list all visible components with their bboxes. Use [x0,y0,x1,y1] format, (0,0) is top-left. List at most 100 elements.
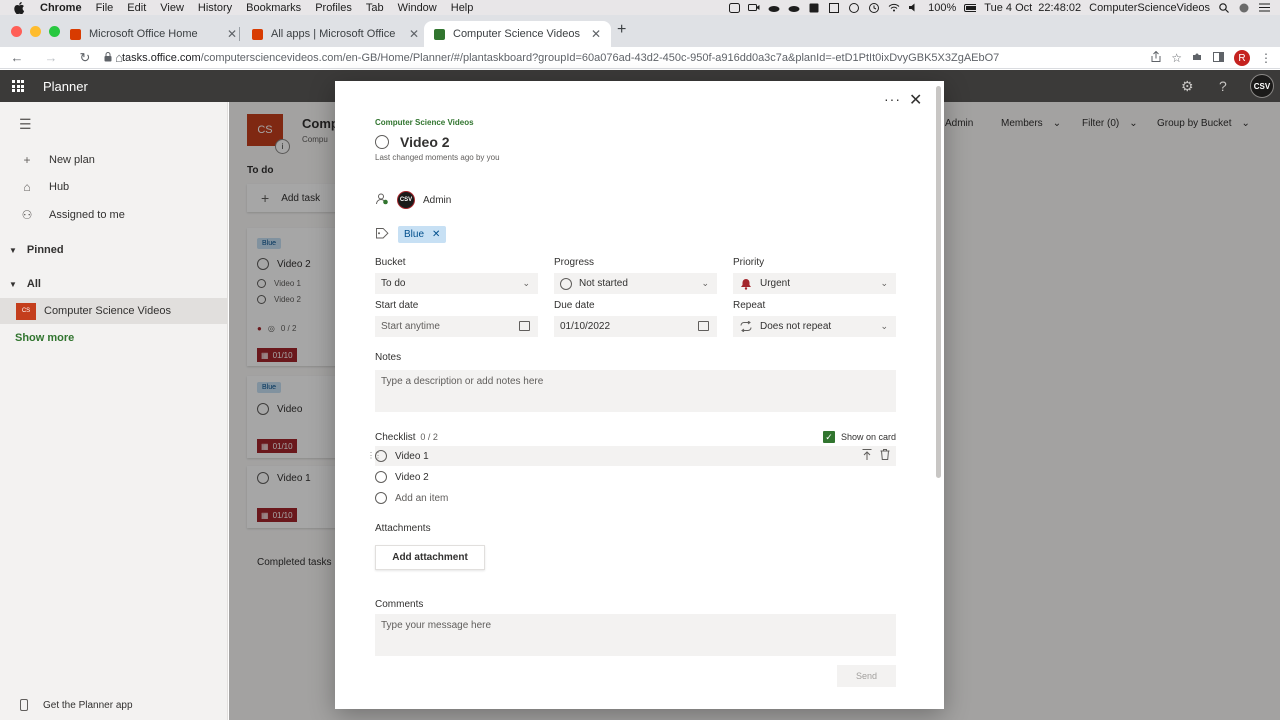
address-bar[interactable]: tasks.office.com /computersciencevideos.… [104,49,1124,67]
delete-trash-icon[interactable] [880,449,890,463]
show-on-card-checkbox[interactable]: ✓ Show on card [823,431,896,443]
menu-file[interactable]: File [96,2,114,14]
menu-history[interactable]: History [198,2,232,14]
chrome-menu-icon[interactable]: ⋮ [1260,51,1272,65]
lock-icon[interactable] [104,51,114,65]
tab-planner-active[interactable]: Computer Science Videos - Pla ✕ [424,21,612,47]
menu-edit[interactable]: Edit [127,2,146,14]
repeat-dropdown[interactable]: Does not repeat ⌄ [733,316,896,337]
bookmark-star-icon[interactable]: ☆ [1171,51,1182,65]
calendar-icon[interactable] [519,321,530,331]
priority-dropdown[interactable]: Urgent ⌄ [733,273,896,294]
menubar-user[interactable]: ComputerScienceVideos [1089,2,1210,14]
close-tab-icon[interactable]: ✕ [591,27,601,41]
checklist-item-text[interactable]: Video 2 [395,472,429,483]
checklist-item-checkbox[interactable] [375,471,387,483]
close-window-button[interactable] [11,26,22,37]
control-center-icon[interactable] [1258,3,1270,13]
siri-icon[interactable] [1238,3,1250,13]
nav-hub[interactable]: ⌂ Hub [0,173,228,200]
left-navigation: ☰ + New plan ⌂ Hub ⚇ Assigned to me ▼ Pi… [0,102,228,720]
nav-new-plan[interactable]: + New plan [0,146,228,173]
close-tab-icon[interactable]: ✕ [409,27,419,41]
account-avatar[interactable]: CSV [1250,74,1274,98]
apple-icon[interactable] [14,1,28,14]
menu-tab[interactable]: Tab [366,2,384,14]
close-tab-icon[interactable]: ✕ [227,27,237,41]
send-button[interactable]: Send [837,665,896,687]
app-name[interactable]: Planner [43,79,88,94]
extensions-icon[interactable] [1192,51,1203,65]
get-planner-app-link[interactable]: Get the Planner app [0,690,228,720]
calendar-icon[interactable] [698,321,709,331]
more-options-icon[interactable]: ··· [884,91,901,107]
camera-icon[interactable] [748,3,760,13]
side-panel-icon[interactable] [1213,51,1224,65]
clock[interactable]: Tue 4 Oct 22:48:02 [984,2,1081,14]
forward-arrow-icon[interactable]: → [44,50,58,65]
add-checklist-item[interactable]: Add an item [375,488,896,508]
add-attachment-button[interactable]: Add attachment [375,545,485,570]
all-section-header[interactable]: ▼ All [9,278,41,290]
label-chip-blue[interactable]: Blue ✕ [398,226,447,243]
menu-help[interactable]: Help [451,2,474,14]
settings-gear-icon[interactable]: ⚙ [1181,78,1194,95]
hamburger-menu-icon[interactable]: ☰ [19,116,32,133]
back-arrow-icon[interactable]: ← [10,50,24,65]
app-launcher-icon[interactable] [12,80,24,92]
priority-value: Urgent [760,278,791,289]
menu-view[interactable]: View [160,2,184,14]
wifi-icon[interactable] [888,3,900,13]
share-icon[interactable] [1151,50,1161,65]
assignee-name[interactable]: Admin [423,195,451,206]
spotlight-search-icon[interactable] [1218,2,1230,13]
task-title[interactable]: Video 2 [400,134,450,150]
display-icon[interactable] [828,2,840,13]
nav-assigned-to-me[interactable]: ⚇ Assigned to me [0,201,228,228]
checklist-item-video-1[interactable]: ⋮⋮ Video 1 [367,446,896,466]
menu-profiles[interactable]: Profiles [315,2,352,14]
notes-textarea[interactable]: Type a description or add notes here [375,370,896,412]
cloud-icon[interactable] [768,3,780,13]
menu-window[interactable]: Window [398,2,437,14]
tab-title: Computer Science Videos - Pla [453,28,583,40]
chevron-down-icon: ⌄ [880,278,888,288]
promote-to-top-icon[interactable] [862,449,872,463]
start-date-picker[interactable]: Start anytime [375,316,538,337]
cloud-sync-icon[interactable] [788,3,800,13]
battery-icon[interactable] [964,3,977,13]
tag-icon[interactable] [375,227,389,242]
tab-office-home[interactable]: Microsoft Office Home ✕ [60,21,247,47]
assign-person-icon[interactable] [375,193,389,208]
due-date-picker[interactable]: 01/10/2022 [554,316,717,337]
reload-icon[interactable]: ↻ [78,50,92,66]
time-machine-icon[interactable] [868,2,880,13]
profile-avatar[interactable]: R [1234,50,1250,66]
complete-task-checkbox[interactable] [375,135,389,149]
progress-dropdown[interactable]: Not started ⌄ [554,273,717,294]
close-icon[interactable]: ✕ [909,90,922,110]
add-item-placeholder[interactable]: Add an item [395,493,448,504]
minimize-window-button[interactable] [30,26,41,37]
comment-input[interactable]: Type your message here [375,614,896,656]
tab-all-apps[interactable]: All apps | Microsoft Office ✕ [242,21,429,47]
menu-bookmarks[interactable]: Bookmarks [246,2,301,14]
menu-app-name[interactable]: Chrome [40,2,82,14]
volume-icon[interactable] [908,3,920,13]
accessibility-icon[interactable] [848,2,860,13]
pinned-section-header[interactable]: ▼ Pinned [9,244,64,256]
status-app-icon[interactable] [728,2,740,13]
drag-handle-icon[interactable]: ⋮⋮ [367,451,382,460]
checklist-item-video-2[interactable]: Video 2 [375,467,896,487]
new-tab-icon[interactable]: + [617,22,626,38]
show-more-link[interactable]: Show more [15,332,74,344]
remove-label-icon[interactable]: ✕ [432,229,440,240]
checklist-item-text[interactable]: Video 1 [395,451,429,462]
dialog-scrollbar[interactable] [936,86,941,478]
help-icon[interactable]: ? [1219,78,1227,94]
drive-icon[interactable] [808,3,820,13]
maximize-window-button[interactable] [49,26,60,37]
nav-plan-computer-science-videos[interactable]: CS Computer Science Videos [0,298,228,324]
bucket-dropdown[interactable]: To do ⌄ [375,273,538,294]
assignee-avatar[interactable]: CSV [397,191,415,209]
